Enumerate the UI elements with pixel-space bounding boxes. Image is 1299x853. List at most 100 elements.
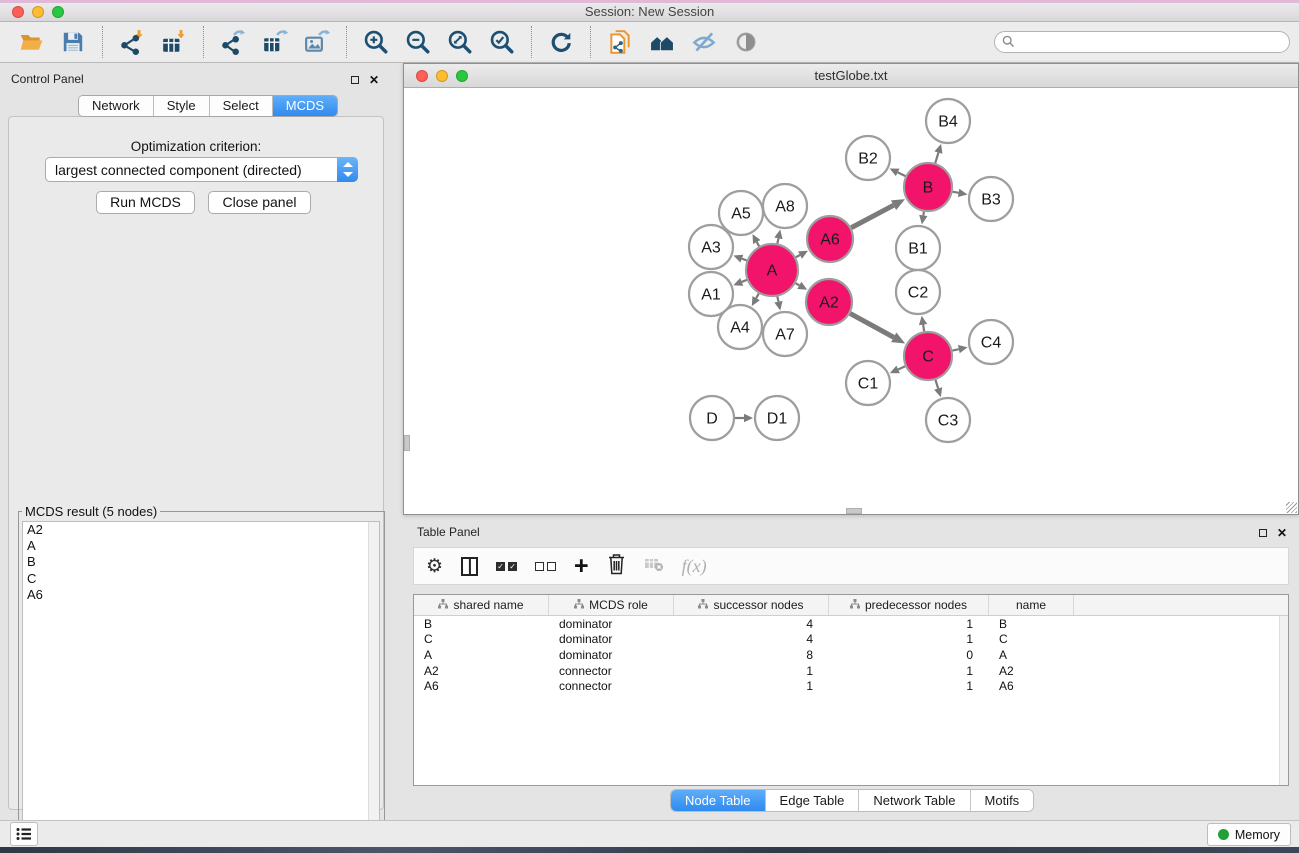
show-columns-icon[interactable] xyxy=(461,557,478,576)
graph-node-C2[interactable]: C2 xyxy=(896,270,940,314)
table-cell[interactable]: 1 xyxy=(829,617,989,631)
column-settings-icon[interactable]: ⚙ xyxy=(426,557,443,576)
mcds-result-item[interactable]: C xyxy=(23,571,379,587)
graph-edge-A2-C[interactable] xyxy=(850,313,905,343)
task-history-button[interactable] xyxy=(10,822,38,846)
tab-network-table[interactable]: Network Table xyxy=(859,790,970,811)
table-row[interactable]: A2connector11A2 xyxy=(414,663,1288,679)
graph-node-A6[interactable]: A6 xyxy=(807,216,853,262)
criterion-dropdown[interactable]: largest connected component (directed) xyxy=(45,157,358,182)
table-row[interactable]: Cdominator41C xyxy=(414,632,1288,648)
graph-node-A5[interactable]: A5 xyxy=(719,191,763,235)
graph-edge-A-A3[interactable] xyxy=(733,255,746,263)
delete-row-icon[interactable] xyxy=(607,553,626,580)
graph-node-D1[interactable]: D1 xyxy=(755,396,799,440)
graph-node-D[interactable]: D xyxy=(690,396,734,440)
table-cell[interactable]: 1 xyxy=(829,632,989,646)
hide-graphics-icon[interactable] xyxy=(686,23,722,61)
graph-edge-B-B3[interactable] xyxy=(953,189,968,197)
close-panel-button[interactable]: Close panel xyxy=(208,191,311,214)
zoom-fit-icon[interactable] xyxy=(442,23,478,61)
column-header[interactable]: MCDS role xyxy=(549,595,674,615)
import-network-icon[interactable] xyxy=(114,23,150,61)
graph-node-B2[interactable]: B2 xyxy=(846,136,890,180)
table-cell[interactable]: B xyxy=(414,617,549,631)
graph-node-B3[interactable]: B3 xyxy=(969,177,1013,221)
graph-edge-C-C3[interactable] xyxy=(934,380,942,397)
mcds-result-item[interactable]: A xyxy=(23,538,379,554)
graph-edge-B-B4[interactable] xyxy=(934,144,942,163)
tab-node-table[interactable]: Node Table xyxy=(671,790,766,811)
graph-edge-C-C4[interactable] xyxy=(952,345,967,353)
scrollbar[interactable] xyxy=(368,522,379,852)
mcds-result-item[interactable]: A6 xyxy=(23,587,379,603)
table-cell[interactable]: dominator xyxy=(549,617,674,631)
table-cell[interactable]: 1 xyxy=(829,664,989,678)
graph-edge-D-D1[interactable] xyxy=(735,414,753,422)
graph-edge-A-A5[interactable] xyxy=(752,234,760,246)
export-image-icon[interactable] xyxy=(299,23,335,61)
tab-mcds[interactable]: MCDS xyxy=(273,96,337,116)
graph-node-C[interactable]: C xyxy=(904,332,952,380)
table-cell[interactable]: 0 xyxy=(829,648,989,662)
graph-edge-A-A6[interactable] xyxy=(796,251,808,259)
function-builder-icon[interactable]: f(x) xyxy=(682,556,707,577)
table-row[interactable]: Adominator80A xyxy=(414,647,1288,663)
table-cell[interactable]: B xyxy=(989,617,1074,631)
close-table-panel-icon[interactable]: ✕ xyxy=(1277,528,1287,538)
graph-node-A7[interactable]: A7 xyxy=(763,312,807,356)
graph-edge-A-A2[interactable] xyxy=(796,282,808,290)
graph-edge-B-B2[interactable] xyxy=(890,168,906,176)
table-row[interactable]: Bdominator41B xyxy=(414,616,1288,632)
table-row[interactable]: A6connector11A6 xyxy=(414,678,1288,694)
table-cell[interactable]: 4 xyxy=(674,617,829,631)
close-window-button[interactable] xyxy=(12,6,24,18)
zoom-window-button[interactable] xyxy=(52,6,64,18)
select-all-icon[interactable]: ✓✓ xyxy=(496,562,517,571)
table-cell[interactable]: A xyxy=(414,648,549,662)
graph-edge-A-A8[interactable] xyxy=(774,230,782,244)
search-input[interactable] xyxy=(994,31,1290,53)
table-cell[interactable]: C xyxy=(414,632,549,646)
graph-edge-A-A7[interactable] xyxy=(774,296,782,310)
deselect-all-icon[interactable] xyxy=(535,562,556,571)
network-window-titlebar[interactable]: testGlobe.txt xyxy=(404,64,1298,88)
float-panel-icon[interactable] xyxy=(351,76,359,84)
graph-node-A3[interactable]: A3 xyxy=(689,225,733,269)
column-header[interactable]: shared name xyxy=(414,595,549,615)
graph-edge-B-B1[interactable] xyxy=(919,212,927,225)
graph-node-C1[interactable]: C1 xyxy=(846,361,890,405)
table-cell[interactable]: A2 xyxy=(414,664,549,678)
table-cell[interactable]: C xyxy=(989,632,1074,646)
close-network-button[interactable] xyxy=(416,70,428,82)
graph-node-C3[interactable]: C3 xyxy=(926,398,970,442)
column-header[interactable]: name xyxy=(989,595,1074,615)
open-session-icon[interactable] xyxy=(13,23,49,61)
graph-node-A2[interactable]: A2 xyxy=(806,279,852,325)
tab-style[interactable]: Style xyxy=(154,96,210,116)
export-table-icon[interactable] xyxy=(257,23,293,61)
graph-edge-C-C1[interactable] xyxy=(890,366,905,374)
table-cell[interactable]: A6 xyxy=(414,679,549,693)
graph-node-B1[interactable]: B1 xyxy=(896,226,940,270)
scrollbar[interactable] xyxy=(1279,616,1288,786)
memory-button[interactable]: Memory xyxy=(1207,823,1291,846)
table-cell[interactable]: A xyxy=(989,648,1074,662)
table-cell[interactable]: 1 xyxy=(829,679,989,693)
zoom-in-icon[interactable] xyxy=(358,23,394,61)
close-panel-icon[interactable]: ✕ xyxy=(369,75,379,85)
column-header[interactable]: predecessor nodes xyxy=(829,595,989,615)
table-cell[interactable]: connector xyxy=(549,679,674,693)
run-mcds-button[interactable]: Run MCDS xyxy=(96,191,195,214)
table-cell[interactable]: dominator xyxy=(549,648,674,662)
resize-grip[interactable] xyxy=(1286,502,1297,513)
export-network-icon[interactable] xyxy=(215,23,251,61)
tab-select[interactable]: Select xyxy=(210,96,273,116)
save-session-icon[interactable] xyxy=(55,23,91,61)
tab-edge-table[interactable]: Edge Table xyxy=(766,790,860,811)
graph-edge-A-A4[interactable] xyxy=(752,294,760,307)
table-cell[interactable]: connector xyxy=(549,664,674,678)
table-cell[interactable]: A2 xyxy=(989,664,1074,678)
import-table-icon[interactable] xyxy=(156,23,192,61)
tab-motifs[interactable]: Motifs xyxy=(971,790,1034,811)
